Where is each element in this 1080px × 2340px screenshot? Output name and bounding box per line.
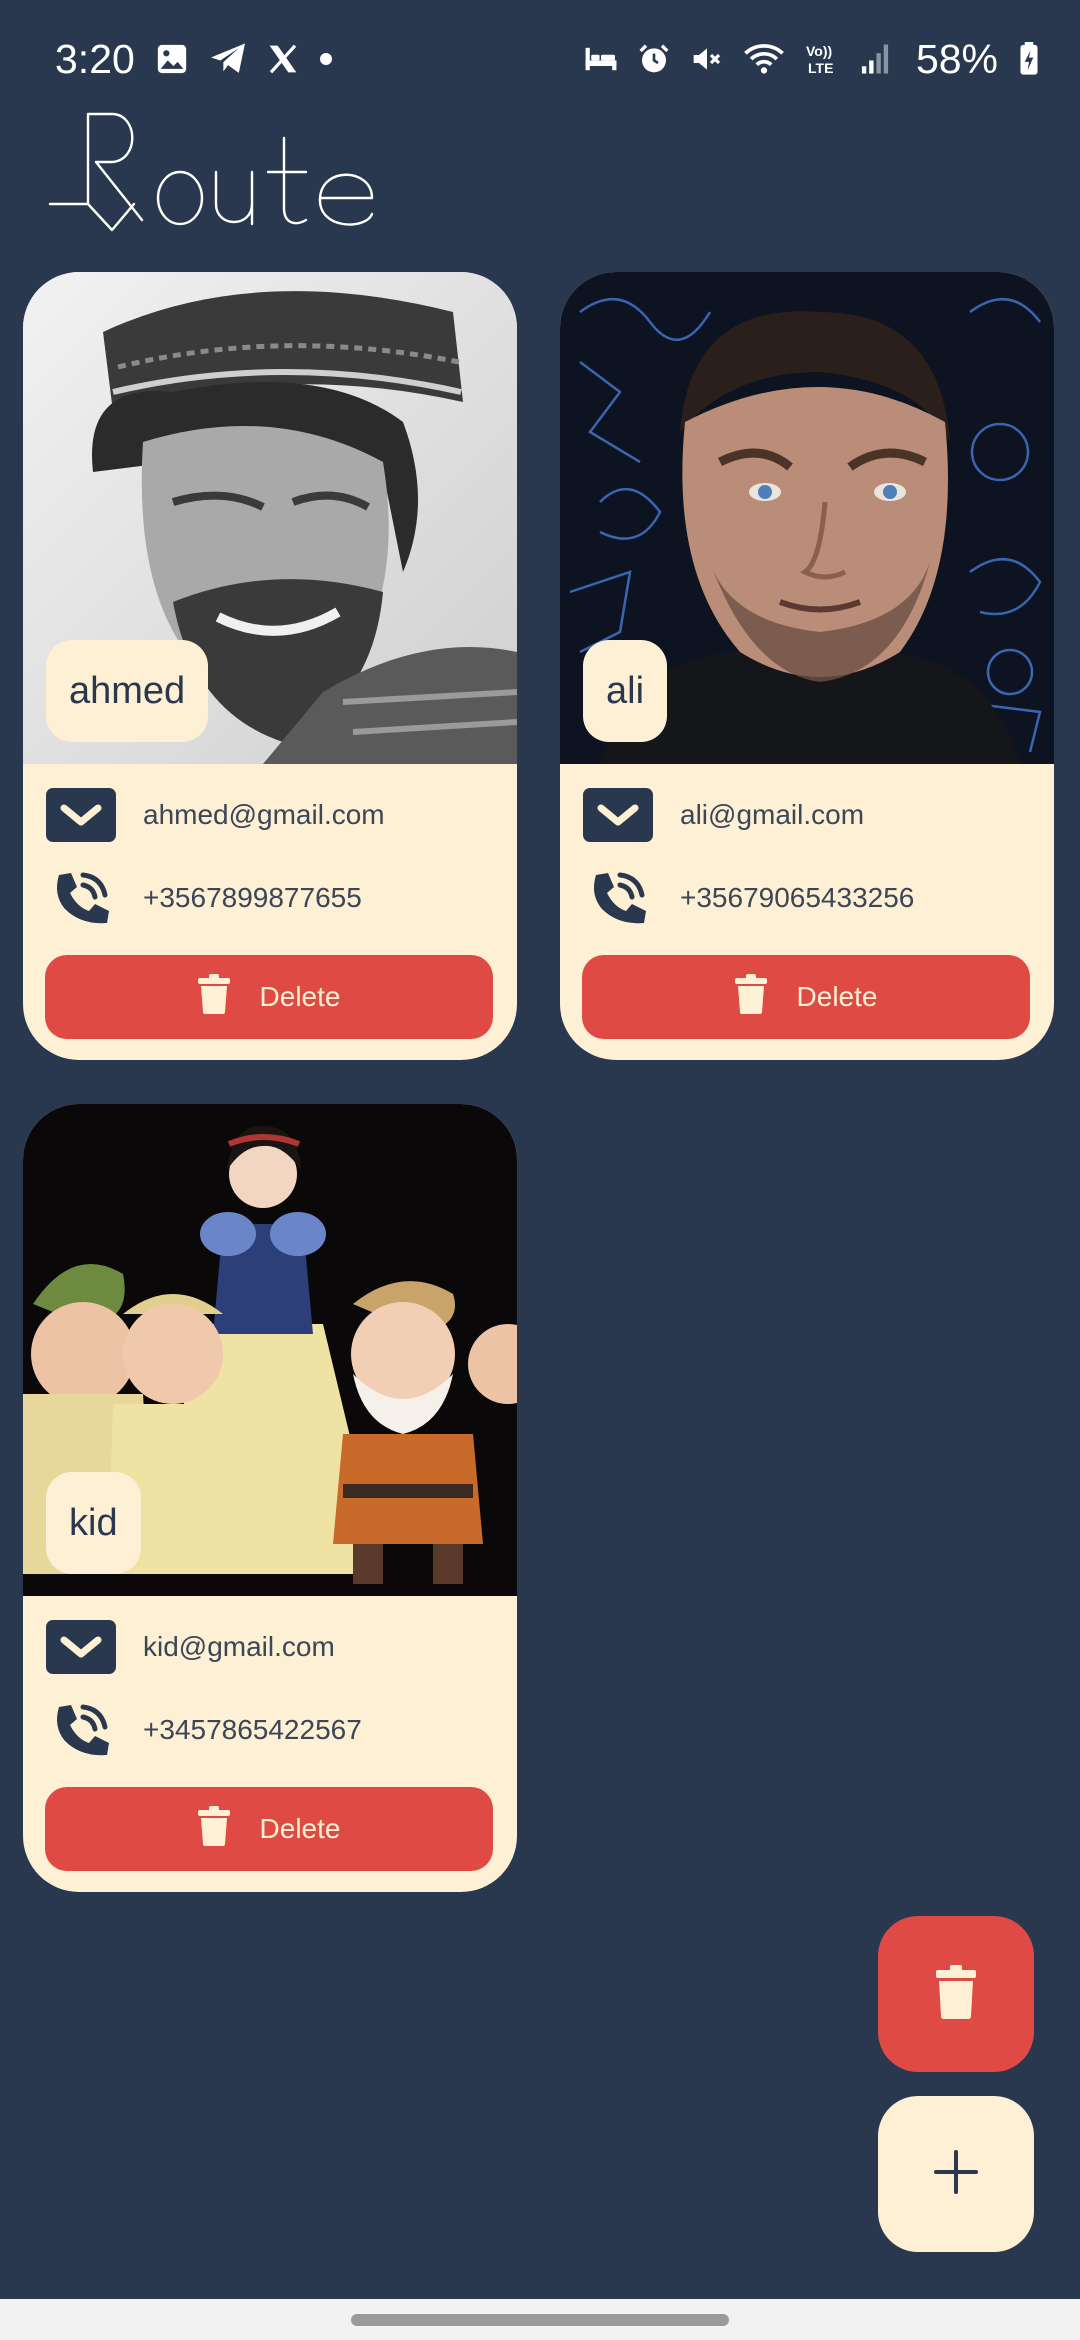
bed-icon [584, 45, 618, 73]
wifi-icon [744, 43, 784, 75]
volte-icon: Vo)) LTE [804, 41, 840, 77]
contact-phone[interactable]: +3457865422567 [143, 1714, 362, 1746]
system-nav-bar [0, 2299, 1080, 2340]
phone-row: +3457865422567 [46, 1700, 362, 1760]
trash-icon [197, 973, 230, 1021]
signal-icon [860, 43, 890, 75]
contact-name: ahmed [69, 669, 186, 712]
home-gesture-handle[interactable] [351, 2314, 729, 2326]
delete-all-fab[interactable] [878, 1916, 1034, 2072]
plus-icon [934, 2149, 978, 2199]
email-row: ali@gmail.com [583, 785, 864, 845]
contact-name: ali [606, 669, 645, 712]
email-icon [46, 1619, 116, 1675]
dot-icon [319, 52, 333, 66]
x-icon [267, 43, 299, 75]
contact-name-chip: ahmed [46, 640, 209, 742]
email-row: kid@gmail.com [46, 1617, 335, 1677]
gallery-icon [155, 42, 189, 76]
email-icon [583, 787, 653, 843]
svg-text:Vo)): Vo)) [806, 43, 832, 59]
contact-card: kid kid@gmail.com +3457865422567 Delete [23, 1104, 517, 1892]
contact-email[interactable]: kid@gmail.com [143, 1631, 335, 1663]
mute-icon [690, 43, 724, 75]
battery-icon [1018, 42, 1040, 76]
add-contact-fab[interactable] [878, 2096, 1034, 2252]
delete-label: Delete [259, 981, 341, 1012]
contact-phone[interactable]: +35679065433256 [680, 882, 914, 914]
email-icon [46, 787, 116, 843]
delete-button[interactable]: Delete [582, 955, 1030, 1039]
status-left: 3:20 [55, 36, 333, 83]
phone-icon [583, 870, 653, 926]
contact-phone[interactable]: +3567899877655 [143, 882, 362, 914]
delete-button[interactable]: Delete [45, 955, 493, 1039]
contact-name-chip: ali [583, 640, 668, 742]
contact-card: ali ali@gmail.com +35679065433256 Delete [560, 272, 1054, 1060]
delete-button[interactable]: Delete [45, 1787, 493, 1871]
email-row: ahmed@gmail.com [46, 785, 385, 845]
contact-name: kid [69, 1501, 118, 1544]
status-right: Vo)) LTE 58% [584, 36, 1040, 83]
status-time: 3:20 [55, 35, 135, 82]
battery-percent: 58% [915, 35, 998, 82]
contact-card: ahmed ahmed@gmail.com +3567899877655 Del… [23, 272, 517, 1060]
trash-icon [734, 973, 767, 1021]
phone-row: +3567899877655 [46, 868, 362, 928]
status-bar: 3:20 Vo)) LTE 58% [0, 0, 1080, 118]
contact-email[interactable]: ali@gmail.com [680, 799, 864, 831]
telegram-icon [209, 42, 247, 76]
delete-label: Delete [796, 981, 878, 1012]
app-logo [48, 108, 388, 234]
svg-text:LTE: LTE [808, 60, 833, 76]
phone-icon [46, 870, 116, 926]
phone-row: +35679065433256 [583, 868, 914, 928]
trash-icon [936, 1964, 976, 2024]
contact-email[interactable]: ahmed@gmail.com [143, 799, 385, 831]
trash-icon [197, 1805, 230, 1853]
delete-label: Delete [259, 1813, 341, 1844]
contact-name-chip: kid [46, 1472, 141, 1574]
phone-icon [46, 1702, 116, 1758]
alarm-icon [638, 43, 670, 75]
